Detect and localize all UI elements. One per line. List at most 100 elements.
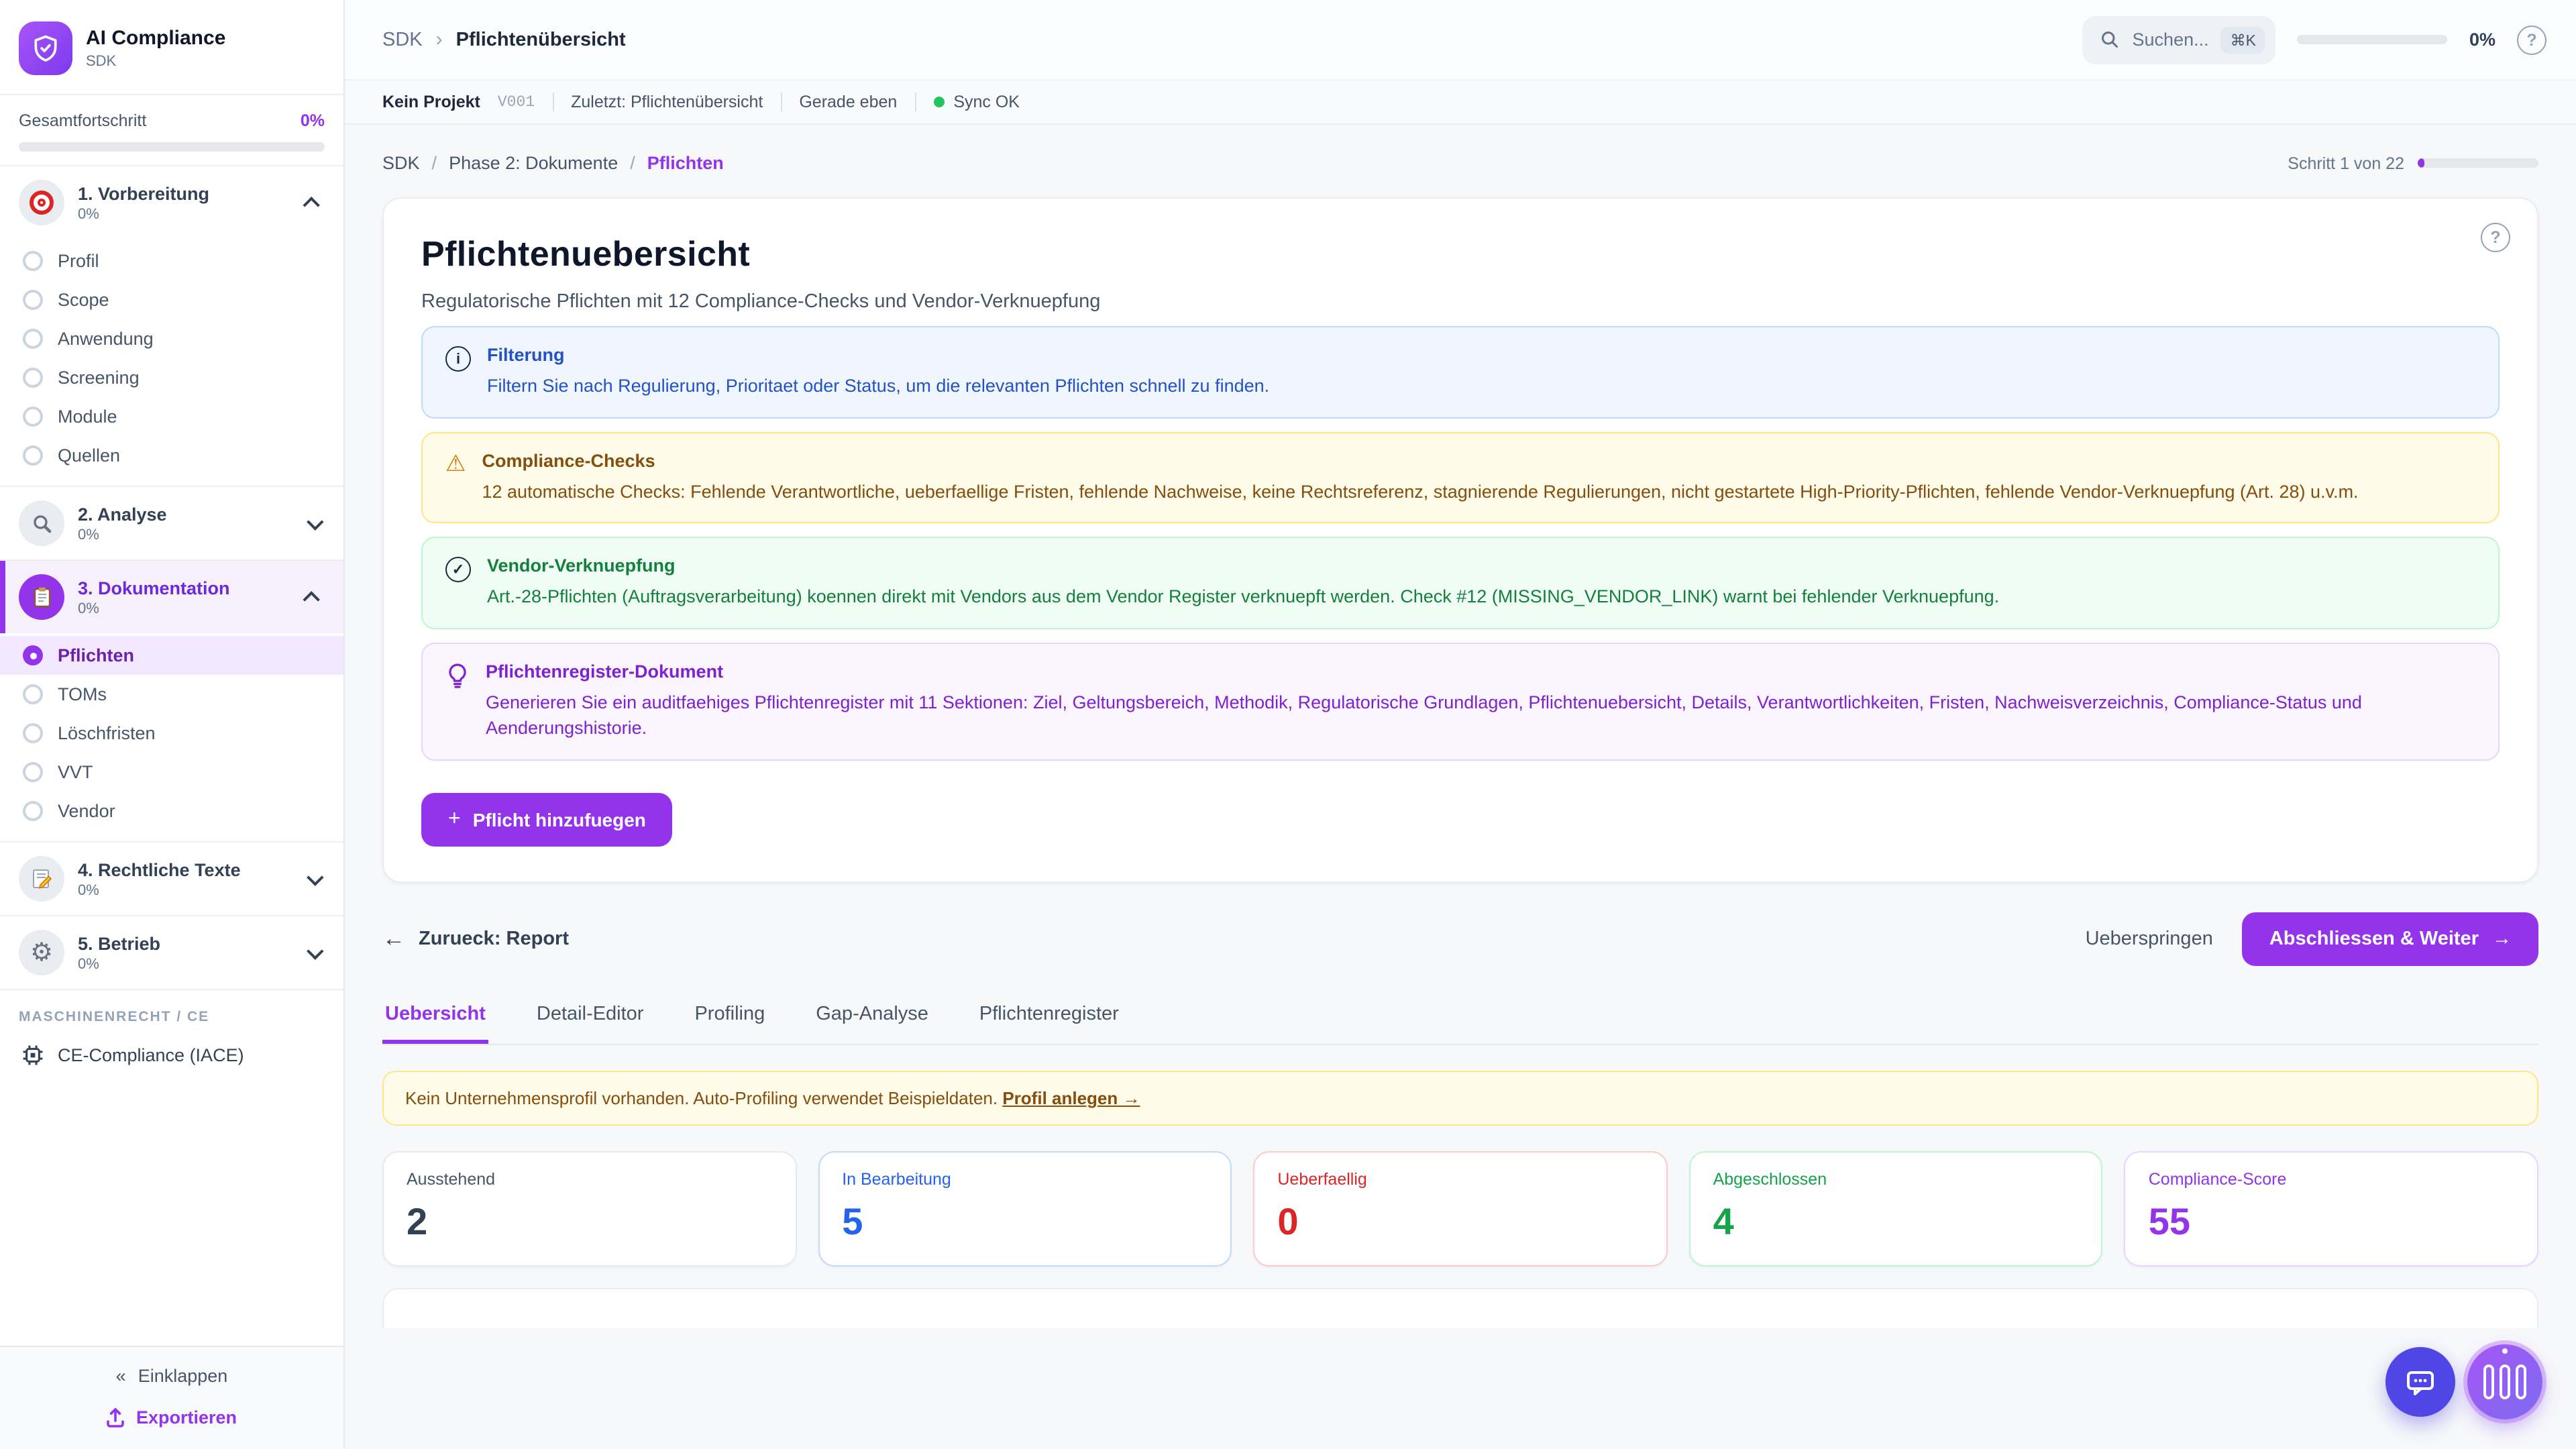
search-placeholder: Suchen... <box>2133 30 2209 50</box>
radio-icon <box>23 368 43 388</box>
info-box-title: Compliance-Checks <box>482 450 2359 470</box>
page-breadcrumb: SDK / Phase 2: Dokumente / Pflichten <box>382 153 724 173</box>
sidebar-item-toms[interactable]: TOMs <box>0 675 343 714</box>
help-icon[interactable]: ? <box>2517 25 2546 54</box>
shield-check-icon <box>31 34 60 63</box>
sidebar-item-anwendung[interactable]: Anwendung <box>0 319 343 358</box>
info-box-title: Pflichtenregister-Dokument <box>486 661 2475 681</box>
panels-fab-button[interactable] <box>2467 1344 2542 1419</box>
tab-pflichtenregister[interactable]: Pflichtenregister <box>977 993 1122 1044</box>
sidebar-section-vorbereitung[interactable]: 1. Vorbereitung 0% <box>0 166 343 239</box>
chevron-down-icon <box>307 942 323 959</box>
divider: / <box>432 153 437 173</box>
skip-button[interactable]: Ueberspringen <box>2086 928 2213 950</box>
arrow-right-icon: → <box>2492 928 2512 950</box>
sidebar-section-betrieb[interactable]: ⚙ 5. Betrieb 0% <box>0 916 343 989</box>
sidebar: AI Compliance SDK Gesamtfortschritt 0% 1… <box>0 0 345 1449</box>
sidebar-item-quellen[interactable]: Quellen <box>0 436 343 475</box>
divider: / <box>630 153 635 173</box>
chip-icon <box>21 1044 44 1067</box>
chevron-up-icon <box>303 196 319 213</box>
section-label: 2. Analyse <box>78 504 294 524</box>
radio-icon <box>23 684 43 704</box>
divider <box>552 93 553 111</box>
sidebar-item-screening[interactable]: Screening <box>0 358 343 397</box>
sidebar-footer: « Einklappen Exportieren <box>0 1346 343 1449</box>
sidebar-section-analyse[interactable]: 2. Analyse 0% <box>0 487 343 559</box>
stat-value: 5 <box>842 1201 1208 1244</box>
sidebar-item-vendor[interactable]: Vendor <box>0 792 343 830</box>
tab-gap-analyse[interactable]: Gap-Analyse <box>813 993 931 1044</box>
sidebar-section-dokumentation[interactable]: 3. Dokumentation 0% <box>0 561 343 633</box>
pflichten-card: ? Pflichtenuebersicht Regulatorische Pfl… <box>382 197 2538 883</box>
sidebar-item-profil[interactable]: Profil <box>0 241 343 280</box>
add-pflicht-button[interactable]: + Pflicht hinzufuegen <box>421 793 673 847</box>
header-progress-bar <box>2298 35 2448 44</box>
project-name: Kein Projekt <box>382 93 480 111</box>
sidebar-item-ce-compliance[interactable]: CE-Compliance (IACE) <box>0 1033 343 1085</box>
sidebar-item-scope[interactable]: Scope <box>0 280 343 319</box>
info-icon: i <box>445 346 471 372</box>
create-profile-link[interactable]: Profil anlegen → <box>1002 1088 1140 1108</box>
info-box-text: Generieren Sie ein auditfaehiges Pflicht… <box>486 689 2475 741</box>
target-icon <box>19 180 64 225</box>
radio-selected-icon <box>23 645 43 665</box>
divider <box>914 93 916 111</box>
chevron-right-icon: › <box>436 28 443 51</box>
stat-label: Compliance-Score <box>2149 1170 2514 1189</box>
tab-profiling[interactable]: Profiling <box>692 993 767 1044</box>
chevron-down-icon <box>307 513 323 529</box>
chevron-up-icon <box>303 590 319 607</box>
sidebar-item-pflichten[interactable]: Pflichten <box>0 636 343 675</box>
info-box-text: Art.-28-Pflichten (Auftragsverarbeitung)… <box>487 584 1999 610</box>
warning-icon: ⚠ <box>445 451 466 504</box>
tab-detail-editor[interactable]: Detail-Editor <box>534 993 647 1044</box>
magnifier-icon <box>19 500 64 546</box>
crumb-sdk[interactable]: SDK <box>382 153 420 173</box>
columns-icon <box>2483 1364 2526 1399</box>
search-input[interactable]: Suchen... ⌘K <box>2083 15 2276 64</box>
sidebar-item-vvt[interactable]: VVT <box>0 753 343 792</box>
profile-warning-banner: Kein Unternehmensprofil vorhanden. Auto-… <box>382 1071 2538 1126</box>
search-icon <box>2100 30 2121 50</box>
stat-label: Ueberfaellig <box>1277 1170 1643 1189</box>
back-button[interactable]: ← Zurueck: Report <box>382 926 569 953</box>
stat-label: Abgeschlossen <box>1713 1170 2079 1189</box>
crumb-current: Pflichten <box>647 153 724 173</box>
stat-label: In Bearbeitung <box>842 1170 1208 1189</box>
section-percent: 0% <box>78 956 294 972</box>
stat-card-compliance-score: Compliance-Score 55 <box>2125 1151 2538 1267</box>
sidebar-item-loeschfristen[interactable]: Löschfristen <box>0 714 343 753</box>
plus-icon: + <box>448 808 461 832</box>
radio-icon <box>23 329 43 349</box>
sidebar-item-module[interactable]: Module <box>0 397 343 436</box>
sync-ok-dot-icon <box>933 97 944 107</box>
sidebar-group-label: MASCHINENRECHT / CE <box>0 990 343 1033</box>
complete-next-button[interactable]: Abschliessen & Weiter → <box>2243 912 2538 966</box>
card-help-icon[interactable]: ? <box>2481 223 2510 252</box>
page-subtitle: Regulatorische Pflichten mit 12 Complian… <box>421 291 2500 313</box>
stat-value: 55 <box>2149 1201 2514 1244</box>
tab-uebersicht[interactable]: Uebersicht <box>382 993 488 1044</box>
app-logo-row: AI Compliance SDK <box>0 0 343 95</box>
info-box-text: 12 automatische Checks: Fehlende Verantw… <box>482 478 2359 504</box>
sidebar-section-rechtliche-texte[interactable]: 4. Rechtliche Texte 0% <box>0 843 343 915</box>
radio-icon <box>23 801 43 821</box>
info-box-filterung: i Filterung Filtern Sie nach Regulierung… <box>421 326 2500 418</box>
export-button[interactable]: Exportieren <box>13 1407 330 1428</box>
overall-progress-label: Gesamtfortschritt <box>19 111 146 130</box>
sync-status: Sync OK <box>933 93 1020 111</box>
crumb-phase[interactable]: Phase 2: Dokumente <box>449 153 618 173</box>
chat-fab-button[interactable] <box>2385 1347 2455 1417</box>
breadcrumb-root[interactable]: SDK <box>382 29 423 50</box>
divider <box>780 93 782 111</box>
stat-value: 4 <box>1713 1201 2079 1244</box>
section-percent: 0% <box>78 206 294 222</box>
collapse-sidebar-button[interactable]: « Einklappen <box>13 1366 330 1386</box>
tab-bar: Uebersicht Detail-Editor Profiling Gap-A… <box>382 993 2538 1045</box>
step-indicator: Schritt 1 von 22 <box>2288 154 2538 172</box>
chevron-down-icon <box>307 868 323 885</box>
stat-card-in-bearbeitung: In Bearbeitung 5 <box>818 1151 1232 1267</box>
step-progress-bar <box>2418 158 2538 168</box>
version-badge: V001 <box>498 93 535 111</box>
